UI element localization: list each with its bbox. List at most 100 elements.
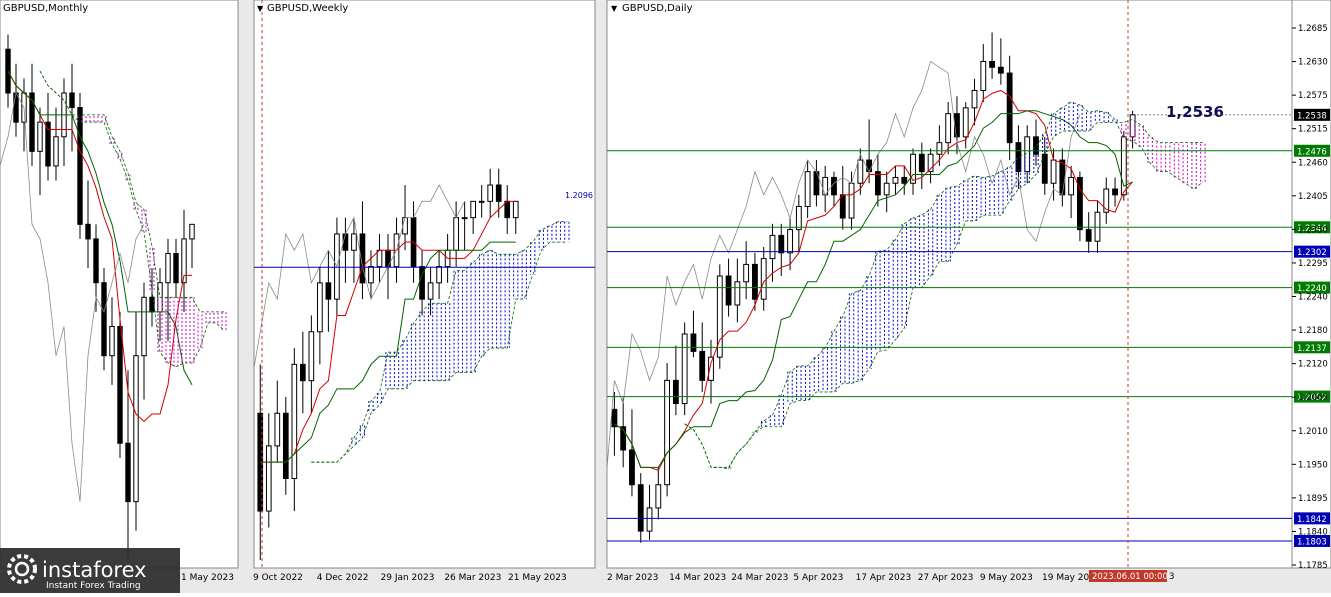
candle	[936, 142, 943, 155]
candle	[804, 171, 811, 207]
candle	[133, 355, 139, 503]
candle	[453, 217, 459, 251]
candle	[945, 113, 952, 144]
candle	[189, 223, 195, 240]
weekly-title-icon: ▼	[257, 4, 264, 13]
daily-level-label: 1.2302	[1297, 248, 1327, 258]
candle	[282, 412, 289, 479]
weekly-level-label: 1.2096	[565, 191, 593, 200]
monthly-panel[interactable]	[0, 0, 239, 569]
candle	[1006, 72, 1013, 144]
candle	[427, 282, 434, 300]
candle	[101, 282, 107, 357]
candle	[504, 200, 511, 219]
candle	[351, 233, 357, 251]
candle	[29, 92, 35, 152]
candle	[368, 266, 374, 284]
weekly-date-label: 21 May 2023	[508, 573, 567, 583]
daily-title-icon: ▼	[611, 4, 618, 13]
candle	[77, 107, 83, 225]
candle	[874, 171, 881, 196]
daily-y-tick-label: 1.2350	[1298, 225, 1328, 235]
daily-price-annotation: 1,2536	[1166, 103, 1224, 121]
candle	[125, 442, 131, 503]
candle	[436, 266, 442, 284]
candle	[274, 412, 281, 447]
candle	[910, 153, 916, 184]
weekly-date-label: 4 Dec 2022	[317, 573, 369, 583]
candle	[93, 238, 99, 284]
candle	[1129, 114, 1136, 138]
daily-y-tick-label: 1.2065	[1298, 393, 1328, 403]
candle	[85, 223, 91, 240]
weekly-title: GBPUSD,Weekly	[267, 3, 348, 14]
daily-y-tick-label: 1.2180	[1298, 326, 1328, 336]
logo-name: instaforex	[42, 558, 147, 582]
candle	[989, 60, 995, 68]
daily-y-tick-label: 1.2405	[1298, 192, 1328, 202]
daily-title: GBPUSD,Daily	[622, 3, 693, 14]
candle	[512, 200, 519, 219]
candle	[734, 281, 741, 306]
candle	[308, 331, 315, 382]
candle	[980, 60, 987, 91]
candle	[655, 484, 662, 509]
candle	[883, 182, 890, 196]
candle	[1068, 176, 1075, 196]
candle	[173, 253, 179, 284]
logo-tagline: Instant Forex Trading	[46, 581, 141, 591]
candle	[778, 234, 785, 254]
candle	[495, 184, 502, 202]
candle	[376, 249, 383, 268]
weekly-date-label: 9 Oct 2022	[253, 573, 303, 583]
daily-cursor-suffix: 3	[1169, 572, 1174, 582]
candle	[901, 176, 908, 184]
daily-cursor-date: 2023.06.01 00:00	[1092, 572, 1168, 582]
candle	[769, 234, 776, 260]
candle	[848, 182, 855, 219]
candle	[165, 253, 171, 284]
candle	[1033, 136, 1039, 155]
candle	[1094, 211, 1101, 242]
candle	[1085, 229, 1092, 242]
candle	[787, 229, 793, 254]
candle	[342, 233, 349, 251]
daily-y-tick-label: 1.2685	[1298, 24, 1328, 34]
candle	[1024, 136, 1031, 173]
daily-date-label: 9 May 2023	[980, 573, 1033, 583]
candle	[681, 333, 688, 405]
candle	[997, 66, 1004, 74]
candle	[37, 121, 43, 152]
candle	[325, 282, 332, 300]
daily-date-label: 14 Mar 2023	[669, 573, 726, 583]
candle	[470, 200, 477, 219]
candle	[795, 205, 802, 231]
candle	[646, 507, 653, 532]
daily-y-tick-label: 1.2460	[1298, 158, 1328, 168]
daily-level-label: 1.1842	[1297, 515, 1327, 525]
daily-y-tick-label: 1.1895	[1298, 494, 1328, 504]
candle	[866, 159, 873, 173]
daily-level-label: 1.1803	[1297, 537, 1327, 547]
candle	[117, 325, 123, 444]
candle	[461, 217, 468, 220]
daily-date-label: 24 Mar 2023	[731, 573, 788, 583]
daily-y-tick-label: 1.2240	[1298, 293, 1328, 303]
candle	[299, 363, 306, 382]
daily-date-label: 27 Apr 2023	[918, 573, 974, 583]
candle	[53, 136, 59, 167]
candle	[109, 325, 115, 357]
instaforex-logo: instaforex Instant Forex Trading	[0, 548, 180, 593]
candle	[664, 379, 671, 486]
candle	[13, 92, 19, 123]
candle	[690, 333, 697, 352]
daily-y-tick-label: 1.2010	[1298, 427, 1328, 437]
candle	[672, 379, 679, 405]
candle	[1059, 159, 1066, 196]
weekly-date-label: 26 Mar 2023	[444, 573, 501, 583]
candle	[743, 263, 750, 283]
candle	[291, 363, 298, 479]
daily-y-tick-label: 1.2515	[1298, 125, 1328, 135]
candle	[954, 113, 960, 138]
candle	[629, 449, 635, 486]
